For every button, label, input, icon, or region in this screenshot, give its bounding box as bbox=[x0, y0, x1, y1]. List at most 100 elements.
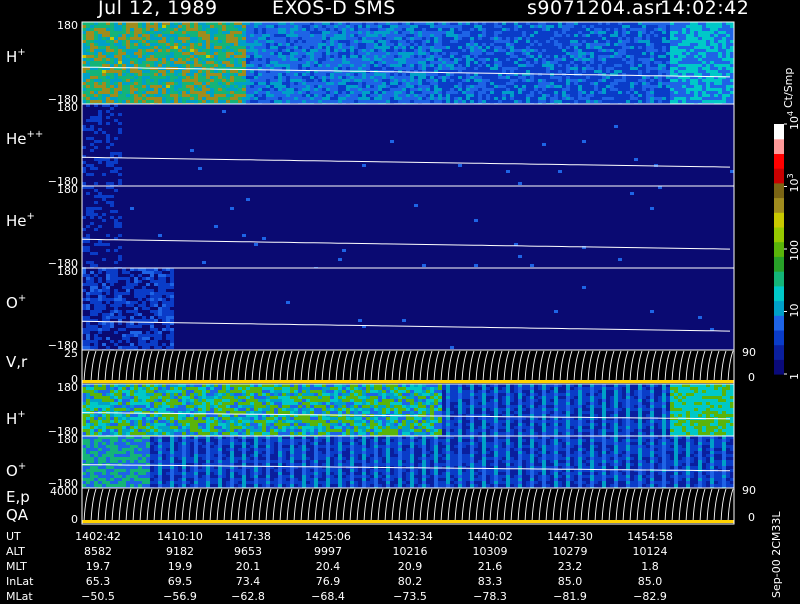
colorbar-swatch bbox=[774, 301, 784, 316]
spectrogram-figure: 180−180H+180−180He++180−180He+180−180O+2… bbox=[0, 0, 800, 600]
ephemeris-cell: 10124 bbox=[610, 545, 690, 559]
colorbar bbox=[774, 124, 787, 375]
ephemeris-cell: 10216 bbox=[370, 545, 450, 559]
panel-8 bbox=[82, 488, 734, 524]
panel-right-top-label: 90 bbox=[742, 484, 756, 497]
ephemeris-cell: 1425:06 bbox=[288, 530, 368, 544]
ephemeris-cell: −62.8 bbox=[208, 590, 288, 604]
colorbar-swatch bbox=[774, 330, 784, 345]
header-time: 14:02:42 bbox=[660, 0, 749, 19]
panel-species-label: E,p bbox=[6, 488, 30, 506]
colorbar-swatch bbox=[774, 359, 784, 374]
ephemeris-cell: 1402:42 bbox=[58, 530, 138, 544]
ephemeris-cell: 1417:38 bbox=[208, 530, 288, 544]
colorbar-tick-label: 100 bbox=[788, 240, 800, 261]
panel-right-top-label: 90 bbox=[742, 346, 756, 359]
header-filename: s9071204.asr bbox=[527, 0, 663, 19]
ephemeris-cell: 20.4 bbox=[288, 560, 368, 574]
panel-y-top-label: 180 bbox=[57, 265, 78, 278]
colorbar-swatch bbox=[774, 345, 784, 360]
colorbar-swatch bbox=[774, 256, 784, 271]
panel-2 bbox=[82, 104, 734, 188]
panel-right-bottom-label: 0 bbox=[748, 511, 755, 524]
ephemeris-row-label: ALT bbox=[6, 545, 25, 559]
ephemeris-cell: 20.9 bbox=[370, 560, 450, 574]
ephemeris-cell: 9997 bbox=[288, 545, 368, 559]
ephemeris-cell: 76.9 bbox=[288, 575, 368, 589]
panel-species-label: O+ bbox=[6, 293, 26, 312]
ephemeris-cell: −81.9 bbox=[530, 590, 610, 604]
colorbar-swatch bbox=[774, 183, 784, 198]
panel-3 bbox=[82, 186, 734, 270]
ephemeris-row-label: MLT bbox=[6, 560, 27, 574]
panel-species-label: H+ bbox=[6, 409, 26, 428]
panel-4 bbox=[82, 268, 734, 352]
ephemeris-cell: 1440:02 bbox=[450, 530, 530, 544]
colorbar-unit: Ct/Smp bbox=[782, 68, 795, 108]
ephemeris-cell: 65.3 bbox=[58, 575, 138, 589]
ephemeris-cell: 1454:58 bbox=[610, 530, 690, 544]
panel-y-top-label: 180 bbox=[57, 433, 78, 446]
panel-right-bottom-label: 0 bbox=[748, 371, 755, 384]
panel-species-label: He++ bbox=[6, 129, 43, 148]
colorbar-tick-label: 1 bbox=[788, 373, 800, 380]
ephemeris-row-label: MLat bbox=[6, 590, 33, 604]
colorbar-swatch bbox=[774, 124, 784, 139]
panel-y-top-label: 180 bbox=[57, 183, 78, 196]
ephemeris-cell: 10309 bbox=[450, 545, 530, 559]
panel-species-label: H+ bbox=[6, 47, 26, 66]
ephemeris-cell: 73.4 bbox=[208, 575, 288, 589]
panel-5 bbox=[82, 350, 734, 384]
ephemeris-cell: 8582 bbox=[58, 545, 138, 559]
ephemeris-cell: −68.4 bbox=[288, 590, 368, 604]
ephemeris-row-label: InLat bbox=[6, 575, 33, 589]
header-date: Jul 12, 1989 bbox=[98, 0, 218, 19]
ephemeris-cell: 20.1 bbox=[208, 560, 288, 574]
ephemeris-cell: 85.0 bbox=[610, 575, 690, 589]
colorbar-swatch bbox=[774, 315, 784, 330]
colorbar-swatch bbox=[774, 242, 784, 257]
colorbar-tick-label: 103 bbox=[786, 173, 800, 192]
panel-y-top-label: 180 bbox=[57, 19, 78, 32]
panel-1 bbox=[82, 22, 734, 106]
header-instrument: EXOS-D SMS bbox=[272, 0, 396, 19]
ephemeris-cell: 80.2 bbox=[370, 575, 450, 589]
ephemeris-cell: 9653 bbox=[208, 545, 288, 559]
colorbar-swatch bbox=[774, 153, 784, 168]
colorbar-swatch bbox=[774, 212, 784, 227]
ephemeris-cell: 10279 bbox=[530, 545, 610, 559]
panel-species-label: He+ bbox=[6, 211, 35, 230]
ephemeris-cell: 85.0 bbox=[530, 575, 610, 589]
ephemeris-cell: 21.6 bbox=[450, 560, 530, 574]
panel-species-label: O+ bbox=[6, 461, 26, 480]
colorbar-tick-label: 104 bbox=[786, 111, 800, 130]
ephemeris-row-label: UT bbox=[6, 530, 21, 544]
panel-y-top-label: 25 bbox=[64, 347, 78, 360]
footer-code: Sep-00 2CM33L bbox=[770, 512, 783, 599]
ephemeris-cell: 1.8 bbox=[610, 560, 690, 574]
panel-species-label-2: QA bbox=[6, 506, 29, 524]
colorbar-swatch bbox=[774, 168, 784, 183]
colorbar-swatch bbox=[774, 198, 784, 213]
ephemeris-cell: −82.9 bbox=[610, 590, 690, 604]
panel-species-label: V,r bbox=[6, 353, 28, 371]
panel-y-top-label: 180 bbox=[57, 101, 78, 114]
ephemeris-cell: −73.5 bbox=[370, 590, 450, 604]
ephemeris-cell: 1447:30 bbox=[530, 530, 610, 544]
ephemeris-cell: 23.2 bbox=[530, 560, 610, 574]
colorbar-tick-label: 10 bbox=[788, 304, 800, 318]
colorbar-swatch bbox=[774, 227, 784, 242]
ephemeris-cell: 83.3 bbox=[450, 575, 530, 589]
colorbar-swatch bbox=[774, 139, 784, 154]
colorbar-swatch bbox=[774, 271, 784, 286]
ephemeris-cell: −50.5 bbox=[58, 590, 138, 604]
panel-y-bottom-label: 0 bbox=[71, 513, 78, 526]
panel-6 bbox=[82, 384, 734, 438]
panel-y-top-label: 4000 bbox=[50, 485, 78, 498]
ephemeris-cell: 1432:34 bbox=[370, 530, 450, 544]
colorbar-swatch bbox=[774, 286, 784, 301]
ephemeris-cell: 19.7 bbox=[58, 560, 138, 574]
ephemeris-cell: −78.3 bbox=[450, 590, 530, 604]
panel-y-top-label: 180 bbox=[57, 381, 78, 394]
panel-7 bbox=[82, 436, 734, 490]
